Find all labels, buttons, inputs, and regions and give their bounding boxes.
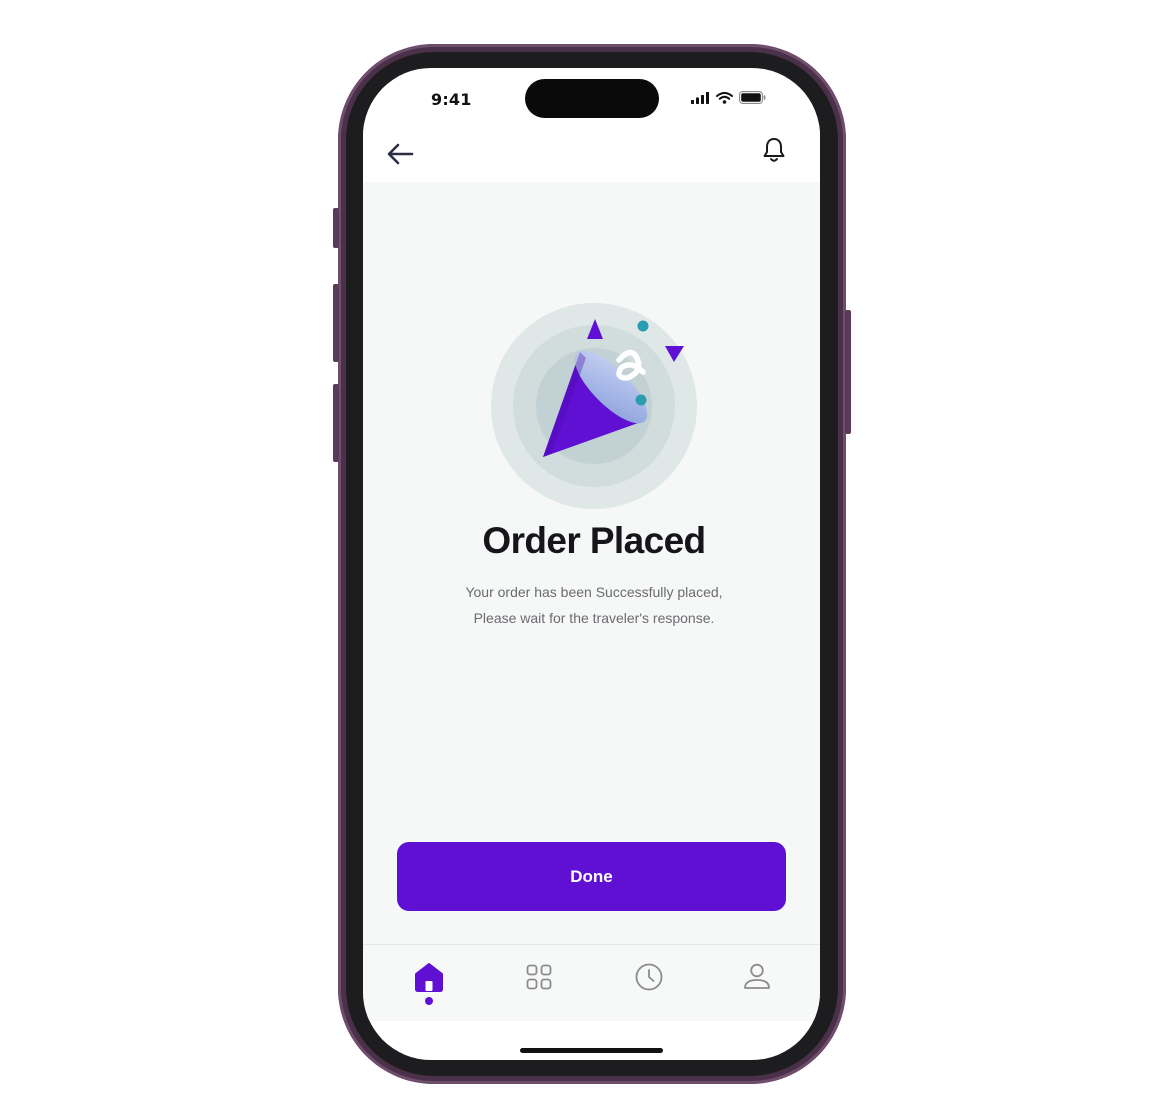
- dynamic-island: [525, 79, 659, 118]
- home-icon: [415, 963, 443, 992]
- page-title: Order Placed: [482, 520, 706, 561]
- app-header: [363, 124, 820, 182]
- arrow-left-icon: [387, 143, 414, 165]
- clock-icon: [635, 963, 663, 991]
- volume-down-button: [333, 384, 339, 462]
- notifications-button[interactable]: [761, 136, 787, 166]
- tab-home[interactable]: [409, 957, 449, 997]
- wifi-icon: [716, 91, 733, 104]
- power-button: [845, 310, 851, 434]
- status-icons: [691, 91, 766, 104]
- confirmation-message-line1: Your order has been Successfully placed,: [465, 584, 723, 600]
- back-button[interactable]: [385, 140, 417, 168]
- tab-history[interactable]: [629, 957, 669, 997]
- bell-icon: [763, 138, 785, 162]
- status-time: 9:41: [431, 90, 472, 109]
- tab-categories[interactable]: [519, 957, 559, 997]
- grid-icon: [526, 964, 552, 990]
- done-button[interactable]: Done: [397, 842, 786, 911]
- cellular-signal-icon: [691, 91, 709, 104]
- bottom-tab-bar: [363, 944, 820, 1021]
- success-illustration: [491, 302, 701, 512]
- order-confirmation: Order Placed Your order has been Success…: [363, 182, 820, 944]
- confirmation-message-line2: Please wait for the traveler's response.: [473, 610, 715, 626]
- home-indicator: [520, 1048, 663, 1053]
- tab-profile[interactable]: [737, 957, 777, 997]
- battery-icon: [739, 91, 766, 104]
- phone-screen: 9:41 Order Placed Your order has been Su…: [363, 68, 820, 1060]
- action-button: [333, 208, 339, 248]
- volume-up-button: [333, 284, 339, 362]
- user-icon: [744, 963, 770, 989]
- active-tab-indicator: [425, 997, 433, 1005]
- party-popper-icon: [491, 303, 697, 509]
